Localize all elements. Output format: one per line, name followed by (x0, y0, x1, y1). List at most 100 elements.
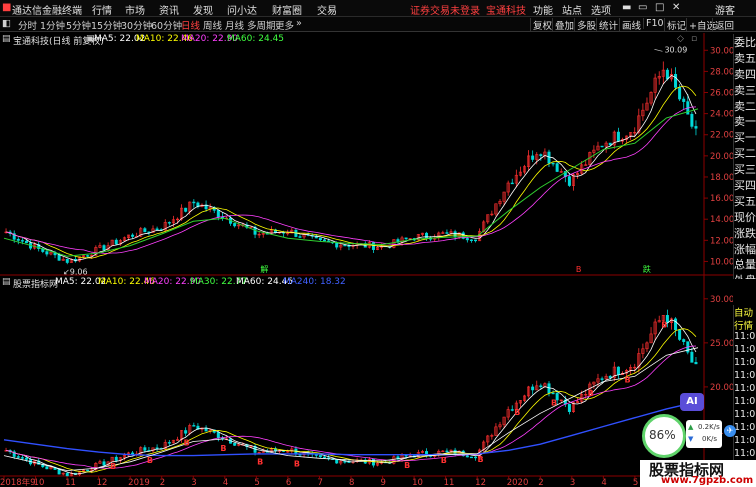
ind-candle (216, 432, 220, 439)
ind-candle (155, 447, 159, 449)
event-marker: B (576, 265, 582, 274)
main-candle (567, 176, 571, 186)
tick-time-label: 11:01 (734, 357, 756, 368)
main-candle (20, 240, 24, 242)
main-candle (469, 239, 473, 241)
y-tick-label: 20.00 (710, 152, 733, 162)
ind-candle (114, 456, 118, 461)
x-tick-label: 10 (34, 478, 45, 487)
ind-ma60-line (3, 347, 699, 472)
buy-signal-marker: B (184, 438, 190, 447)
ai-button[interactable]: AI (680, 393, 704, 411)
ind-candle (567, 403, 571, 412)
event-marker: 跌 (643, 264, 651, 274)
quote-row-label: 卖二 (734, 99, 756, 113)
ind-candle (608, 375, 612, 379)
ind-candle (143, 447, 147, 451)
ind-candle (539, 385, 543, 388)
ind-candle (510, 409, 514, 411)
ind-candle (57, 469, 61, 475)
main-candle (555, 163, 559, 172)
ma60-line (3, 108, 699, 257)
buy-signal-marker: B (110, 462, 116, 471)
main-candle (547, 151, 551, 164)
main-candle (114, 239, 118, 245)
main-candle (16, 238, 20, 241)
main-candle (298, 236, 302, 238)
main-candle (465, 238, 469, 241)
x-tick-label: 9 (381, 478, 386, 487)
main-candle (539, 154, 543, 157)
main-candle (694, 126, 698, 129)
ind-candle (24, 457, 28, 460)
main-candle (335, 242, 339, 248)
main-ma20-line (5, 106, 697, 254)
ind-candle (335, 459, 339, 464)
quote-row-label: 卖一 (734, 115, 756, 129)
watermark-url: www.7gpzb.com (661, 475, 754, 486)
quote-row-label: 委比 (734, 36, 756, 49)
buy-signal-marker: B (514, 408, 520, 417)
ind-candle (322, 456, 326, 459)
kline-chart[interactable]: 30.00 28.00 26.00 24.00 22.00 20.00 18.00 16.00… (0, 0, 733, 487)
main-candle (678, 87, 682, 100)
tick-time-label: 11:02 (734, 435, 756, 446)
tick-time-label: 11:02 (734, 383, 756, 394)
y-tick-label: 25.00 (710, 339, 733, 349)
share-icon[interactable]: ✈ (724, 425, 736, 437)
y-tick-label: 14.00 (710, 215, 733, 225)
y-tick-label: 28.00 (710, 67, 733, 77)
ind-candle (690, 351, 694, 363)
main-candle (184, 207, 188, 212)
y-tick-label: 30.00 (710, 46, 733, 56)
quote-row-label: 外盘 (734, 272, 756, 279)
main-candle (192, 201, 196, 204)
buy-signal-marker: B (478, 455, 484, 464)
x-tick-label: 11 (65, 478, 76, 487)
main-candle (343, 244, 347, 247)
tick-time-label: 行情 (734, 321, 754, 332)
x-tick-label: 2018年9 (0, 477, 36, 487)
ind-candle (551, 392, 555, 395)
main-candle (318, 237, 322, 241)
ind-candle (674, 318, 678, 331)
ind-candle (404, 455, 408, 457)
download-speed: 0K/s (702, 435, 718, 443)
main-candle (86, 255, 90, 257)
x-tick-label: 8 (349, 478, 354, 487)
x-tick-label: 5 (254, 478, 259, 487)
quote-row-label: 卖五 (734, 51, 756, 65)
x-tick-label: 12 (475, 478, 486, 487)
x-tick-label: 2 (160, 478, 165, 487)
buy-signal-marker: B (220, 444, 226, 453)
buy-signal-marker: B (551, 398, 557, 407)
buy-signal-marker: B (661, 320, 667, 329)
main-ma10-line (5, 85, 697, 259)
download-arrow-icon: ▼ (688, 435, 694, 443)
main-candle (143, 228, 147, 233)
x-tick-label: 2019 (128, 478, 150, 487)
tick-time-label: 11:01 (734, 331, 756, 342)
ind-candle (318, 455, 322, 458)
main-candle (474, 239, 478, 242)
buy-signal-marker: B (257, 457, 263, 466)
ind-ma20-line (5, 345, 697, 469)
x-tick-label: 2020 (507, 478, 529, 487)
y-tick-label: 26.00 (710, 89, 733, 99)
quote-row-label: 卖三 (734, 83, 756, 97)
main-candle (665, 69, 669, 80)
main-candle (616, 131, 620, 142)
upload-arrow-icon: ▲ (688, 423, 694, 431)
ind-candle (531, 386, 535, 391)
ind-candle (465, 455, 469, 458)
main-candle (510, 182, 514, 185)
x-tick-label: 6 (286, 478, 291, 487)
ind-candle (131, 452, 135, 455)
x-tick-label: 7 (317, 478, 322, 487)
main-candle (531, 155, 535, 160)
ind-candle (616, 366, 620, 375)
quote-row-label: 卖四 (734, 67, 756, 81)
event-marker: 解 (260, 264, 268, 274)
main-candle (445, 232, 449, 234)
speed-box: ▲ 0.2K/s ▼ 0K/s (686, 420, 722, 448)
